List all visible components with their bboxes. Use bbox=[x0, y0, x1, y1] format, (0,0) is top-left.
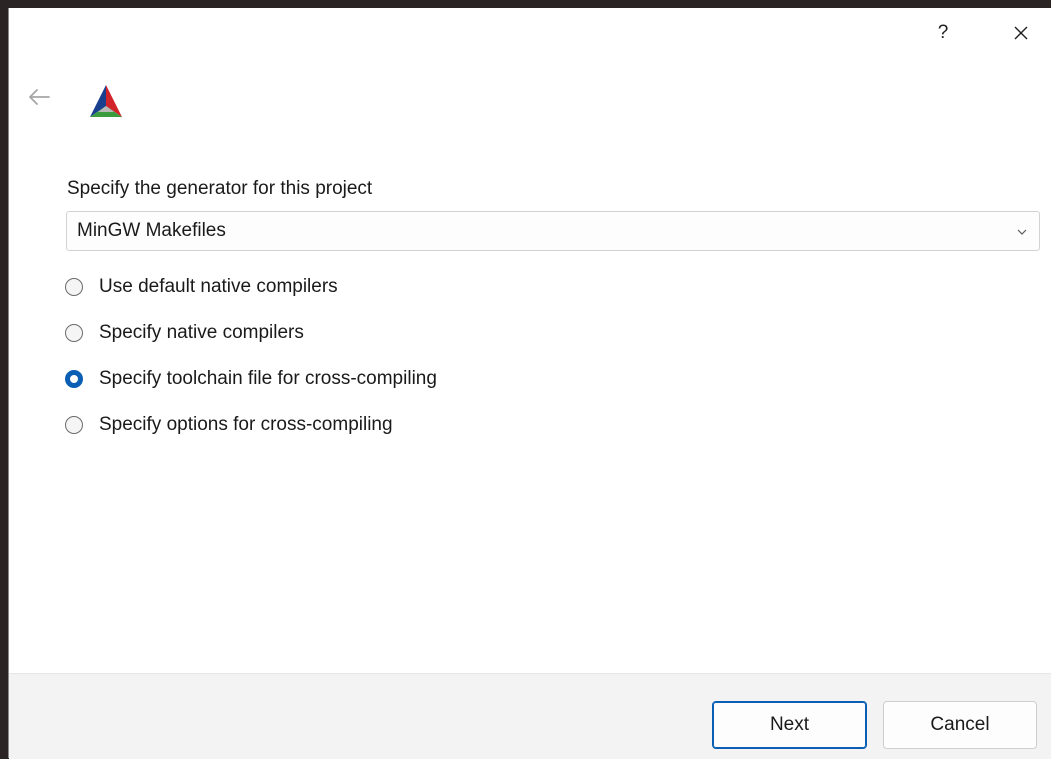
generator-prompt-label: Specify the generator for this project bbox=[67, 178, 373, 199]
cmake-setup-dialog: ? Specify the generator for this project… bbox=[8, 8, 1051, 759]
generator-select[interactable]: MinGW Makefiles bbox=[66, 211, 1040, 251]
help-button[interactable]: ? bbox=[923, 16, 963, 50]
generator-select-value: MinGW Makefiles bbox=[77, 220, 226, 241]
close-button[interactable] bbox=[1001, 16, 1041, 50]
option-default-native-compilers[interactable]: Use default native compilers bbox=[65, 272, 338, 302]
option-cross-compiling-options[interactable]: Specify options for cross-compiling bbox=[65, 410, 393, 440]
cancel-button[interactable]: Cancel bbox=[883, 701, 1037, 749]
back-button[interactable] bbox=[25, 86, 53, 108]
cmake-logo-icon bbox=[89, 84, 123, 118]
option-specify-native-compilers[interactable]: Specify native compilers bbox=[65, 318, 304, 348]
radio-button[interactable] bbox=[65, 278, 83, 296]
radio-button[interactable] bbox=[65, 416, 83, 434]
option-label: Use default native compilers bbox=[99, 276, 338, 297]
radio-button-checked[interactable] bbox=[65, 370, 83, 388]
option-label: Specify native compilers bbox=[99, 322, 304, 343]
chevron-down-icon bbox=[1017, 229, 1027, 235]
help-icon: ? bbox=[937, 22, 949, 43]
radio-button[interactable] bbox=[65, 324, 83, 342]
option-label: Specify options for cross-compiling bbox=[99, 414, 393, 435]
option-label: Specify toolchain file for cross-compili… bbox=[99, 368, 437, 389]
arrow-left-icon bbox=[29, 89, 50, 105]
close-icon bbox=[1014, 26, 1028, 40]
option-toolchain-file[interactable]: Specify toolchain file for cross-compili… bbox=[65, 364, 437, 394]
next-button[interactable]: Next bbox=[712, 701, 867, 749]
dialog-footer: Next Cancel bbox=[9, 673, 1051, 759]
